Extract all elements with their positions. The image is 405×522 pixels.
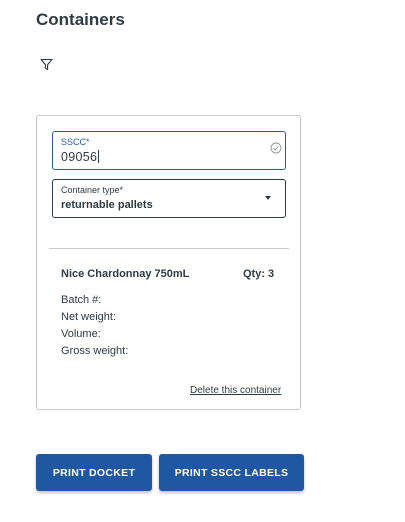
gross-weight-label: Gross weight: xyxy=(61,345,129,357)
print-docket-button[interactable]: PRINT DOCKET xyxy=(36,454,152,491)
net-weight-label: Net weight: xyxy=(61,311,117,323)
container-type-label: Container type* xyxy=(61,185,124,195)
sscc-input[interactable]: 09056 xyxy=(61,150,100,164)
volume-label: Volume: xyxy=(61,328,101,340)
batch-label: Batch #: xyxy=(61,294,102,306)
sscc-field[interactable]: SSCC* 09056 xyxy=(52,131,286,170)
divider xyxy=(49,248,289,249)
sscc-value: 09056 xyxy=(61,150,98,164)
product-name: Nice Chardonnay 750mL xyxy=(61,268,190,280)
product-qty: Qty: 3 xyxy=(243,268,275,280)
container-card: SSCC* 09056 Container type* returnable p… xyxy=(36,115,301,410)
print-sscc-labels-button[interactable]: PRINT SSCC LABELS xyxy=(159,454,304,491)
page: Containers SSCC* 09056 Container type* r… xyxy=(0,0,405,522)
chevron-down-icon xyxy=(265,196,271,200)
text-caret xyxy=(98,150,100,163)
page-title: Containers xyxy=(36,10,125,29)
sscc-label: SSCC* xyxy=(61,137,90,147)
filter-icon[interactable] xyxy=(40,58,53,71)
check-circle-icon xyxy=(270,142,282,154)
delete-container-link[interactable]: Delete this container xyxy=(190,385,281,396)
container-type-select[interactable]: Container type* returnable pallets xyxy=(52,179,286,218)
container-type-value: returnable pallets xyxy=(61,199,153,211)
